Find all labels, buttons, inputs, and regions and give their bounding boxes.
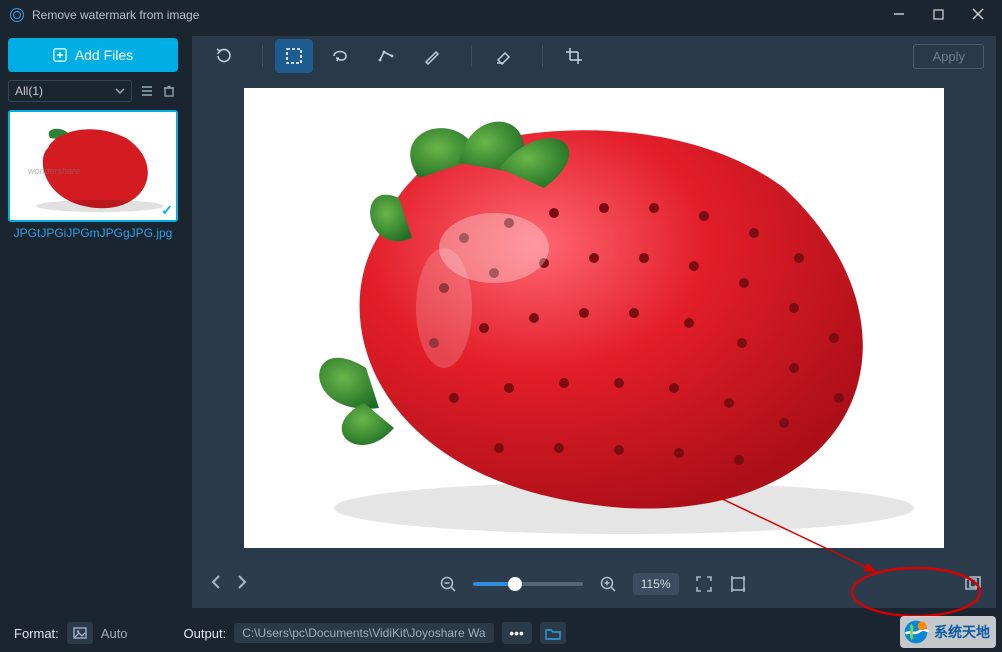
undo-button[interactable]: [204, 39, 242, 73]
add-files-label: Add Files: [75, 47, 133, 63]
filter-dropdown[interactable]: All(1): [8, 80, 132, 102]
brush-tool-button[interactable]: [413, 39, 451, 73]
actual-size-button[interactable]: [729, 575, 747, 593]
format-icon[interactable]: [67, 622, 93, 644]
add-files-button[interactable]: Add Files: [8, 38, 178, 72]
maximize-button[interactable]: [933, 8, 944, 23]
delete-button[interactable]: [160, 82, 178, 100]
polygon-tool-button[interactable]: [367, 39, 405, 73]
brand-text: 系统天地: [934, 622, 990, 642]
prev-image-button[interactable]: [206, 570, 226, 599]
apply-button[interactable]: Apply: [913, 44, 984, 69]
zoom-in-button[interactable]: [599, 575, 617, 593]
brand-watermark: 系统天地: [900, 616, 996, 648]
fit-screen-button[interactable]: [695, 575, 713, 593]
output-path: C:\Users\pc\Documents\VidiKit\Joyoshare …: [234, 623, 493, 643]
title-bar: Remove watermark from image: [0, 0, 1002, 30]
compare-button[interactable]: [964, 575, 982, 593]
status-bar: Format: Auto Output: C:\Users\pc\Documen…: [0, 614, 1002, 652]
crop-tool-button[interactable]: [555, 39, 593, 73]
format-label: Format:: [14, 626, 59, 641]
filter-label: All(1): [15, 84, 43, 98]
editor-image: [244, 88, 944, 548]
format-value: Auto: [101, 626, 128, 641]
chevron-down-icon: [115, 86, 125, 96]
lasso-tool-button[interactable]: [321, 39, 359, 73]
navigation-bar: 115%: [192, 560, 996, 608]
zoom-percent-label: 115%: [633, 573, 679, 595]
zoom-out-button[interactable]: [439, 575, 457, 593]
thumbnail-item[interactable]: wondershare ✓ JPGtJPGiJPGmJPGgJPG.jpg: [8, 110, 178, 240]
minimize-button[interactable]: [893, 8, 905, 23]
thumbnail-filename: JPGtJPGiJPGmJPGgJPG.jpg: [8, 226, 178, 240]
app-logo-icon: [10, 8, 24, 22]
editor-panel: Apply: [192, 36, 996, 608]
sidebar: Add Files All(1) wondershare ✓: [0, 30, 186, 614]
canvas[interactable]: [192, 70, 996, 560]
main-area: Add Files All(1) wondershare ✓: [0, 30, 1002, 614]
output-browse-button[interactable]: [540, 622, 566, 644]
zoom-slider[interactable]: [473, 582, 583, 586]
output-label: Output:: [184, 626, 227, 641]
eraser-tool-button[interactable]: [484, 39, 522, 73]
close-button[interactable]: [972, 8, 984, 23]
globe-icon: [902, 618, 930, 646]
selected-check-icon: ✓: [161, 202, 173, 219]
output-more-button[interactable]: •••: [502, 622, 532, 644]
marquee-tool-button[interactable]: [275, 39, 313, 73]
next-image-button[interactable]: [232, 570, 252, 599]
plus-icon: [53, 48, 67, 62]
window-title: Remove watermark from image: [32, 8, 199, 22]
list-view-button[interactable]: [138, 82, 156, 100]
thumbnail-watermark: wondershare: [28, 166, 80, 176]
